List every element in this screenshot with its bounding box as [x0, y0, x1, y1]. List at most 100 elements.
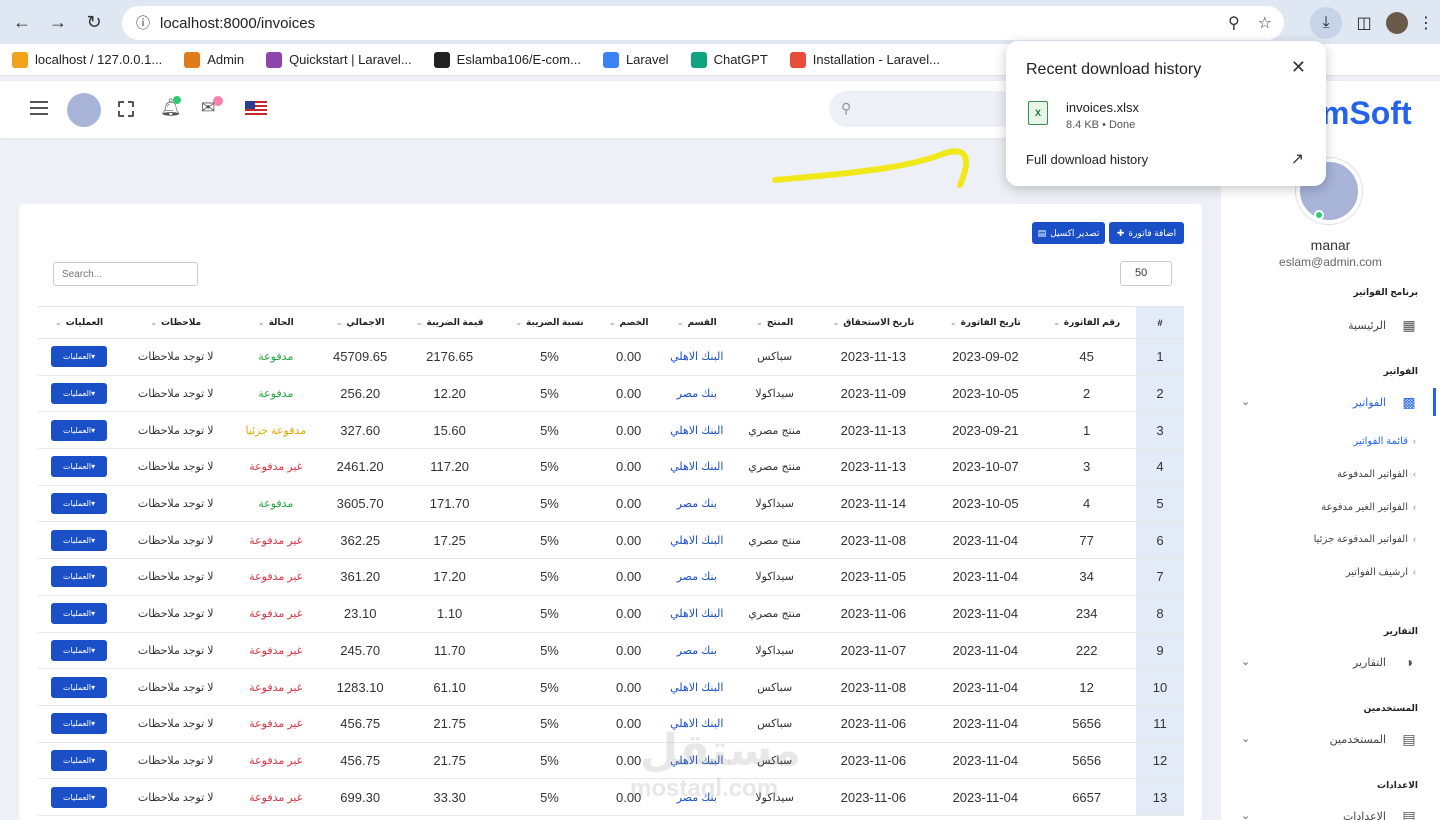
operations-dropdown-button[interactable]: العمليات▾ — [51, 713, 108, 735]
bookmark-item[interactable]: ChatGPT — [690, 51, 768, 68]
operations-dropdown-button[interactable]: العمليات▾ — [51, 676, 108, 698]
url-text[interactable]: localhost:8000/invoices — [160, 15, 315, 32]
excel-file-icon[interactable]: X — [1028, 101, 1048, 125]
header-search[interactable]: ⚲ — [829, 91, 1019, 127]
invoices-table: ⌄ العمليات ⌄ ملاحظات ⌄ الحالة ⌄ الاجمالي ⌄ قيمة ا… — [38, 306, 1184, 816]
profile-avatar[interactable] — [1386, 12, 1408, 34]
back-arrow-icon[interactable]: ← — [6, 6, 38, 38]
cell-dept[interactable]: البنك الاهلي — [657, 521, 736, 560]
cell-dept[interactable]: البنك الاهلي — [657, 411, 736, 450]
download-file-name[interactable]: invoices.xlsx — [1066, 100, 1139, 115]
column-header[interactable]: ⌄ تاريخ الفاتورة — [933, 306, 1038, 339]
cell-dept[interactable]: بنك مصر — [657, 485, 736, 523]
operations-dropdown-button[interactable]: العمليات▾ — [51, 346, 108, 368]
search-input[interactable] — [53, 262, 198, 286]
column-header[interactable]: ⌄ القسم — [657, 306, 736, 339]
column-header[interactable]: ⌄ الاجمالي — [320, 306, 400, 339]
column-header[interactable]: ⌄ العمليات — [38, 306, 121, 339]
brand-logo[interactable]: mSoft — [1321, 95, 1412, 132]
sort-icon[interactable]: ⌄ — [258, 318, 265, 327]
sidebar-item-home[interactable]: ▦ الرئيسية — [1348, 316, 1418, 334]
sidebar-item-invoices[interactable]: ▩ الفواتير — [1353, 393, 1418, 411]
close-icon[interactable]: ✕ — [1291, 57, 1306, 78]
us-flag-icon[interactable] — [245, 101, 267, 116]
menu-kebab-icon[interactable]: ⋮ — [1418, 13, 1434, 33]
cell-dept[interactable]: البنك الاهلي — [657, 668, 736, 706]
column-header[interactable]: ⌄ نسبة الضريبة — [499, 306, 600, 339]
avatar[interactable] — [67, 93, 101, 127]
cell-dept[interactable]: بنك مصر — [657, 558, 736, 596]
per-page-select[interactable]: 50 — [1120, 261, 1172, 286]
cell-product: سيداكولا — [735, 632, 814, 670]
operations-dropdown-button[interactable]: العمليات▾ — [51, 456, 108, 478]
sidebar-subitem-paid[interactable]: الفواتير المدفوعة — [1337, 469, 1408, 480]
sort-icon[interactable]: ⌄ — [756, 318, 763, 327]
chevron-down-icon[interactable]: ⌄ — [1241, 395, 1250, 408]
sort-icon[interactable]: ⌄ — [677, 318, 684, 327]
cell-dept[interactable]: البنك الاهلي — [657, 338, 736, 376]
cell-dept[interactable]: البنك الاهلي — [657, 448, 736, 486]
hamburger-icon[interactable] — [30, 101, 48, 115]
operations-dropdown-button[interactable]: العمليات▾ — [51, 419, 108, 441]
column-header[interactable]: # — [1136, 306, 1184, 339]
operations-dropdown-button[interactable]: العمليات▾ — [51, 383, 108, 405]
sort-icon[interactable]: ⌄ — [336, 318, 343, 327]
operations-dropdown-button[interactable]: العمليات▾ — [51, 639, 108, 661]
bookmark-item[interactable]: Admin — [184, 51, 244, 68]
operations-dropdown-button[interactable]: العمليات▾ — [51, 493, 108, 515]
full-download-history-link[interactable]: Full download history — [1026, 152, 1148, 167]
column-header[interactable]: ⌄ رقم الفاتورة — [1037, 306, 1136, 339]
sort-icon[interactable]: ⌄ — [55, 318, 62, 327]
cell-dept[interactable]: بنك مصر — [657, 632, 736, 670]
sort-icon[interactable]: ⌄ — [515, 318, 522, 327]
sort-icon[interactable]: ⌄ — [1053, 318, 1060, 327]
address-bar[interactable]: ⓘ localhost:8000/invoices ⚲ ☆ — [122, 6, 1284, 40]
watermark-url: mostaql.com — [630, 775, 779, 802]
sort-icon[interactable]: ⌄ — [609, 318, 616, 327]
add-invoice-button[interactable]: ✚ اضافة فاتورة — [1109, 222, 1184, 244]
side-panel-icon[interactable]: ◫ — [1352, 11, 1376, 35]
sort-icon[interactable]: ⌄ — [833, 318, 840, 327]
sidebar-subitem-list[interactable]: قائمة الفواتير — [1353, 436, 1408, 447]
external-link-icon[interactable]: ↗ — [1291, 149, 1304, 169]
cell-idx: 2 — [1136, 375, 1184, 413]
zoom-icon[interactable]: ⚲ — [1228, 13, 1240, 33]
column-header[interactable]: ⌄ الخصم — [599, 306, 658, 339]
fullscreen-icon[interactable] — [118, 101, 134, 117]
operations-dropdown-button[interactable]: العمليات▾ — [51, 749, 108, 771]
column-header[interactable]: ⌄ ملاحظات — [120, 306, 232, 339]
bookmark-item[interactable]: Laravel — [602, 51, 669, 68]
reload-icon[interactable]: ↻ — [78, 6, 110, 38]
operations-dropdown-button[interactable]: العمليات▾ — [51, 786, 108, 808]
column-header[interactable]: ⌄ قيمة الضريبة — [399, 306, 500, 339]
column-header[interactable]: ⌄ الحالة — [231, 306, 321, 339]
site-info-icon[interactable]: ⓘ — [128, 13, 158, 33]
sidebar-subitem-unpaid[interactable]: الفواتير الغير مدفوعة — [1321, 502, 1408, 513]
chevron-down-icon[interactable]: ⌄ — [1241, 809, 1250, 820]
sidebar-item-reports[interactable]: ◑ التقارير — [1353, 653, 1418, 671]
sidebar-item-users[interactable]: ▤ المستخدمين — [1330, 730, 1418, 748]
bookmark-star-icon[interactable]: ☆ — [1258, 13, 1272, 33]
bookmark-item[interactable]: localhost / 127.0.0.1... — [12, 51, 162, 68]
bookmark-item[interactable]: Installation - Laravel... — [789, 51, 940, 68]
operations-dropdown-button[interactable]: العمليات▾ — [51, 566, 108, 588]
forward-arrow-icon[interactable]: → — [42, 6, 74, 38]
chevron-down-icon[interactable]: ⌄ — [1241, 655, 1250, 668]
chevron-down-icon[interactable]: ⌄ — [1241, 732, 1250, 745]
operations-dropdown-button[interactable]: العمليات▾ — [51, 603, 108, 625]
export-excel-button[interactable]: ▤ تصدير اكسيل — [1032, 222, 1105, 244]
sidebar-item-settings[interactable]: ▤ الاعدادات — [1343, 807, 1418, 820]
download-icon[interactable]: ⤓ — [1310, 7, 1342, 39]
cell-dept[interactable]: بنك مصر — [657, 375, 736, 413]
sort-icon[interactable]: ⌄ — [950, 318, 957, 327]
column-header[interactable]: ⌄ المنتج — [735, 306, 814, 339]
bookmark-item[interactable]: Eslamba106/E-com... — [433, 51, 581, 68]
cell-dept[interactable]: البنك الاهلي — [657, 595, 736, 633]
sort-icon[interactable]: ⌄ — [150, 318, 157, 327]
bookmark-item[interactable]: Quickstart | Laravel... — [266, 51, 412, 68]
sidebar-subitem-partial[interactable]: الفواتير المدفوعة جزئيا — [1314, 534, 1408, 545]
column-header[interactable]: ⌄ تاريخ الاستحقاق — [813, 306, 934, 339]
operations-dropdown-button[interactable]: العمليات▾ — [51, 529, 108, 551]
sidebar-subitem-archive[interactable]: ارشيف الفواتير — [1346, 567, 1408, 578]
sort-icon[interactable]: ⌄ — [416, 318, 423, 327]
